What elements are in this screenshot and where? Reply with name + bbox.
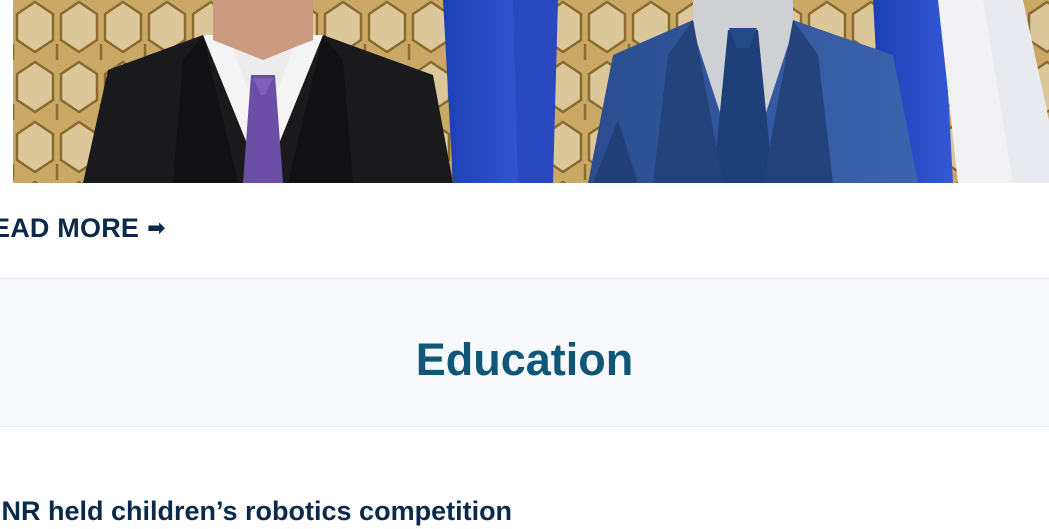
section-banner: Education: [0, 278, 1049, 427]
read-more-link[interactable]: EAD MORE ➡: [0, 213, 166, 244]
read-more-label: EAD MORE: [0, 213, 140, 243]
article-headline-link[interactable]: INR held children’s robotics competition: [0, 496, 512, 527]
arrow-right-icon: ➡: [147, 215, 166, 240]
section-title: Education: [415, 334, 634, 385]
photo-illustration: [13, 0, 1049, 183]
page: EAD MORE ➡ Education INR held children’s …: [0, 0, 1049, 529]
news-photo[interactable]: [13, 0, 1049, 183]
